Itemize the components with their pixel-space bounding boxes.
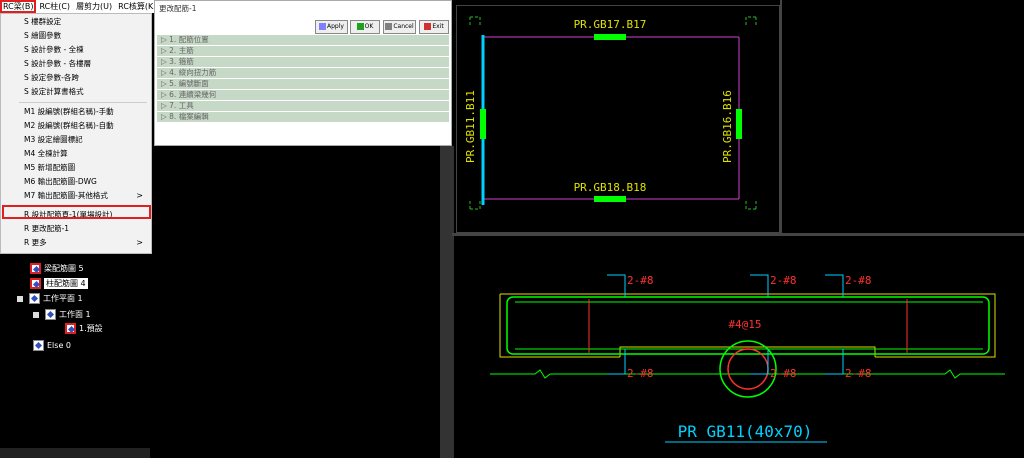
selection-highlight xyxy=(2,205,151,219)
tree-item-beam-rebar[interactable]: 梁配筋圖 5 xyxy=(30,262,84,275)
menu-item-m3-marks[interactable]: M3 設定繪圖標記 xyxy=(1,133,151,147)
viewport-divider xyxy=(780,0,782,233)
tree-item-label: 1.預設 xyxy=(79,324,103,333)
menu-bar: RC梁(B) RC柱(C) 層剪力(U) RC核算(K xyxy=(0,0,155,13)
tree-item-label: 工作面 1 xyxy=(59,310,91,319)
expand-icon[interactable] xyxy=(33,311,39,318)
panel-title: 更改配筋-1 xyxy=(159,4,197,13)
menu-story-shear[interactable]: 層剪力(U) xyxy=(73,0,115,13)
rebar-label-bottom-left: 2-#8 xyxy=(627,367,654,380)
cancel-button[interactable]: Cancel xyxy=(383,20,416,34)
menu-item-calc-format[interactable]: S 設定計算書格式 xyxy=(1,85,151,99)
menu-item-floor-group[interactable]: S 樓群設定 xyxy=(1,15,151,29)
beam-marker xyxy=(736,109,742,139)
beam-label-bottom: PR.GB18.B18 xyxy=(574,181,647,194)
tree-item-label: 工作平面 1 xyxy=(43,294,83,303)
menu-item-label: R 更多 xyxy=(24,238,47,247)
viewport-divider xyxy=(452,233,1024,236)
cancel-label: Cancel xyxy=(393,23,414,30)
menu-item-m6-dwg[interactable]: M6 輸出配筋圖-DWG xyxy=(1,175,151,189)
menu-rc-column[interactable]: RC柱(C) xyxy=(36,0,73,13)
submenu-arrow-icon: > xyxy=(136,238,143,247)
menu-rc-beam[interactable]: RC梁(B) xyxy=(0,0,37,13)
apply-label: Apply xyxy=(327,23,344,30)
beam-rebar-icon xyxy=(30,263,41,274)
menu-item-m5-new[interactable]: M5 新增配筋圖 xyxy=(1,161,151,175)
menu-item-params-span[interactable]: S 設定參數-各跨 xyxy=(1,71,151,85)
leader-lines xyxy=(607,274,844,375)
expand-icon[interactable] xyxy=(17,295,23,302)
ground-line xyxy=(490,369,1005,379)
apply-button[interactable]: Apply xyxy=(315,20,348,34)
tree-scrollbar[interactable] xyxy=(0,448,150,458)
menu-item-m2-auto[interactable]: M2 設編號(群組名稱)-自動 xyxy=(1,119,151,133)
exit-label: Exit xyxy=(432,23,444,30)
plan-viewport[interactable]: PR.GB17.B17 PR.GB18.B18 PR.GB11.B11 PR.G… xyxy=(456,5,780,233)
beam-marker xyxy=(480,109,486,139)
tree-item-workplane[interactable]: 工作平面 1 xyxy=(17,292,83,305)
tree-item-label: 柱配筋圖 4 xyxy=(44,278,88,289)
default-icon xyxy=(65,323,76,334)
workface-icon xyxy=(45,309,56,320)
exit-button[interactable]: Exit xyxy=(419,20,449,34)
stirrup-label: #4@15 xyxy=(728,318,761,331)
submenu-arrow-icon: > xyxy=(136,191,143,200)
section-torsion-bar[interactable]: ▷ 4. 縱向扭力筋 xyxy=(157,68,449,79)
column-rebar-icon xyxy=(30,278,41,289)
ok-button[interactable]: OK xyxy=(350,20,380,34)
rebar-label-bottom-mid: 2-#8 xyxy=(770,367,797,380)
menu-item-m7-other[interactable]: M7 輸出配筋圖-其他格式 > xyxy=(1,189,151,203)
menu-item-change-rebar[interactable]: R 更改配筋-1 xyxy=(1,222,151,236)
beam-marker xyxy=(594,34,626,40)
beam-label-left: PR.GB11.B11 xyxy=(464,90,477,163)
panel-background xyxy=(440,146,454,458)
menu-item-label: M7 輸出配筋圖-其他格式 xyxy=(24,191,108,200)
beam-label-right: PR.GB16.B16 xyxy=(721,90,734,163)
tree-item-else[interactable]: Else 0 xyxy=(33,339,71,352)
tree-item-label: Else 0 xyxy=(47,341,71,350)
menu-separator xyxy=(19,102,147,103)
rebar-label-bottom-right: 2-#8 xyxy=(845,367,872,380)
change-rebar-panel: 更改配筋-1 Apply OK Cancel Exit ▷ 1. 配筋位置 ▷ … xyxy=(154,0,452,146)
exit-icon xyxy=(424,23,432,30)
menu-item-more[interactable]: R 更多 > xyxy=(1,236,151,250)
beam-marker xyxy=(594,196,626,202)
section-tools[interactable]: ▷ 7. 工具 xyxy=(157,101,449,112)
rebar-label-top-mid: 2-#8 xyxy=(770,274,797,287)
tree-item-label: 梁配筋圖 5 xyxy=(44,264,84,273)
check-icon xyxy=(356,23,364,30)
rebar-label-top-left: 2-#8 xyxy=(627,274,654,287)
else-icon xyxy=(33,340,44,351)
section-numbered-section[interactable]: ▷ 5. 編號斷面 xyxy=(157,79,449,90)
section-main-bar[interactable]: ▷ 2. 主筋 xyxy=(157,46,449,57)
ok-label: OK xyxy=(364,23,374,30)
menu-item-drawing-params[interactable]: S 繪圖參數 xyxy=(1,29,151,43)
tree-item-workface[interactable]: 工作面 1 xyxy=(33,308,91,321)
column-core-circle xyxy=(727,348,769,390)
menu-item-design-params-all[interactable]: S 設計參數 - 全棟 xyxy=(1,43,151,57)
rebar-label-top-right: 2-#8 xyxy=(845,274,872,287)
tree-item-default[interactable]: 1.預設 xyxy=(65,322,103,335)
tree-item-column-rebar[interactable]: 柱配筋圖 4 xyxy=(30,277,88,290)
beam-label-top: PR.GB17.B17 xyxy=(574,18,647,31)
menu-item-m1-manual[interactable]: M1 設編號(群組名稱)-手動 xyxy=(1,105,151,119)
section-viewport[interactable]: 2-#8 2-#8 2-#8 2-#8 2-#8 2-#8 #4@15 PR G… xyxy=(455,237,1024,458)
cancel-icon xyxy=(385,23,393,30)
section-title: PR GB11(40x70) xyxy=(678,422,813,441)
section-rebar-position[interactable]: ▷ 1. 配筋位置 xyxy=(157,35,449,46)
menu-rc-check[interactable]: RC核算(K xyxy=(115,0,156,13)
menu-item-m4-calc[interactable]: M4 全棟計算 xyxy=(1,147,151,161)
section-continuous-beam[interactable]: ▷ 6. 連續梁幾何 xyxy=(157,90,449,101)
section-file-edit[interactable]: ▷ 8. 檔案編輯 xyxy=(157,112,449,123)
workplane-icon xyxy=(29,293,40,304)
section-stirrup[interactable]: ▷ 3. 箍筋 xyxy=(157,57,449,68)
menu-item-design-params-floor[interactable]: S 設計參數 - 各樓層 xyxy=(1,57,151,71)
apply-icon xyxy=(319,23,327,30)
